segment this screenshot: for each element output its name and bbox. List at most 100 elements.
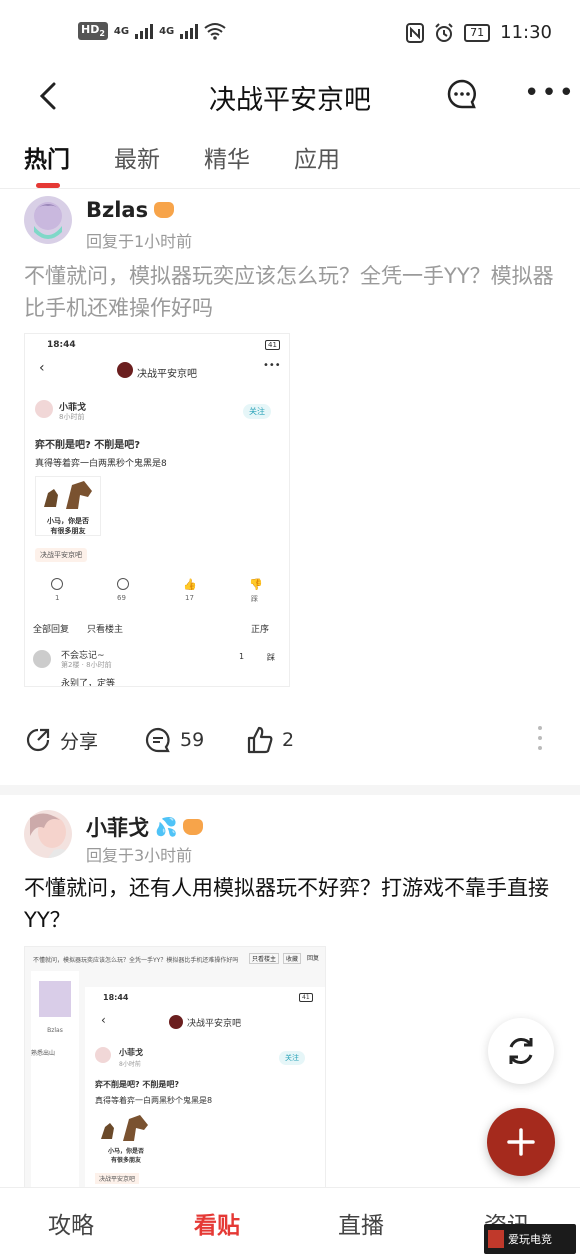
embedded-post-body: 真得等着弈一白两黑秒个鬼黑是8: [95, 1096, 213, 1105]
like-count: 2: [282, 729, 295, 751]
embedded-back-icon: ‹: [101, 1013, 106, 1027]
post-image[interactable]: 18:44 41 ‹ 决战平安京吧 ••• 小菲戈 8小时前 关注 弈不削是吧?…: [24, 333, 290, 687]
refresh-icon: [509, 1038, 533, 1064]
embedded-battery: 41: [299, 993, 313, 1002]
like-icon: [247, 726, 273, 754]
embedded-top-text: 不懂就问，模拟器玩奕应该怎么玩？全凭一手YY？模拟器比手机还难操作好吗: [33, 957, 239, 964]
level-badge-icon: [183, 819, 204, 835]
like-button[interactable]: 2: [246, 726, 294, 754]
level-badge-icon: [154, 202, 175, 218]
tab-hot[interactable]: 热门: [24, 140, 70, 188]
embedded-back-icon: ‹: [39, 360, 45, 376]
battery-icon: 71: [464, 23, 491, 42]
post-time: 回复于1小时前: [86, 232, 193, 251]
avatar[interactable]: [24, 196, 72, 244]
embedded-btn-op: 只看楼主: [249, 953, 280, 964]
alarm-icon: [435, 22, 453, 42]
embedded-avatar: [35, 400, 53, 418]
embedded-post-body: 真得等着弈一白两黑秒个鬼黑是8: [35, 459, 167, 469]
embedded-comment-icon: [117, 578, 129, 590]
embedded-meme-caption-2: 有很多朋友: [50, 527, 86, 535]
signal-icon-2: [180, 23, 199, 39]
embedded-post-time: 8小时前: [59, 413, 85, 421]
status-time: 11:30: [500, 22, 552, 43]
avatar[interactable]: [24, 810, 72, 858]
share-icon: [26, 728, 50, 752]
network-label-2: 4G: [159, 25, 175, 37]
embedded-btn-reply: 回复: [307, 955, 320, 962]
embedded-reply-text: 永别了，定等: [61, 679, 116, 687]
embedded-tab-op: 只看楼主: [87, 625, 124, 635]
watermark-text: 爱玩电竞: [508, 1233, 552, 1246]
tab-featured[interactable]: 精华: [204, 140, 250, 174]
embedded-time: 18:44: [103, 993, 129, 1002]
chat-icon[interactable]: [446, 78, 478, 110]
hd-indicator: HD2: [78, 22, 108, 40]
signal-icon: [135, 23, 154, 39]
embedded-title: 决战平安京吧: [187, 1019, 242, 1029]
embedded-side-badge: 熟悉出山: [31, 1050, 56, 1057]
embedded-title: 决战平安京吧: [137, 369, 197, 380]
refresh-button[interactable]: [488, 1018, 554, 1084]
embedded-post-title: 弈不削是吧? 不削是吧?: [35, 440, 141, 451]
status-bar-left: HD2 4G 4G: [78, 22, 226, 40]
share-label: 分享: [60, 730, 99, 753]
embedded-dislike-icon: 👎: [249, 578, 263, 591]
plus-icon: [507, 1128, 535, 1156]
post-time: 回复于3小时前: [86, 846, 193, 865]
category-tabs: 热门 最新 精华 应用: [24, 140, 340, 188]
status-bar: HD2 4G 4G 71 11:30: [0, 0, 580, 70]
tab-latest[interactable]: 最新: [114, 140, 160, 174]
embedded-battery: 41: [265, 340, 280, 350]
embedded-reply-like: 1: [239, 652, 245, 661]
nav-guides[interactable]: 攻略: [48, 1206, 94, 1240]
embedded-meme: 小马，你是否 有很多朋友: [95, 1113, 157, 1165]
page-title: 决战平安京吧: [209, 85, 371, 116]
embedded-tab-all: 全部回复: [33, 625, 70, 635]
embedded-side-user: Bzlas: [47, 1027, 63, 1034]
embedded-side-avatar: [39, 981, 71, 1017]
new-post-button[interactable]: [487, 1108, 555, 1176]
tabs-divider: [0, 188, 580, 189]
embedded-meme-caption-1: 小马，你是否: [107, 1148, 144, 1155]
embedded-sort: 正序: [251, 625, 270, 635]
water-drop-icon: 💦: [155, 816, 178, 838]
comment-button[interactable]: 59: [144, 726, 204, 754]
embedded-reply-meta: 第2楼 · 8小时前: [61, 661, 112, 669]
post-image[interactable]: 不懂就问，模拟器玩奕应该怎么玩？全凭一手YY？模拟器比手机还难操作好吗 只看楼主…: [24, 946, 326, 1188]
embedded-reply-avatar: [33, 650, 51, 668]
nfc-icon: [406, 22, 425, 43]
nav-live[interactable]: 直播: [338, 1206, 384, 1240]
embedded-sidebar: Bzlas 熟悉出山: [31, 971, 79, 1187]
embedded-forum-logo: [117, 362, 133, 378]
comment-count: 59: [180, 729, 205, 751]
watermark-logo: 爱玩电竞: [484, 1224, 576, 1254]
comment-icon: [145, 727, 170, 753]
nav-posts[interactable]: 看贴: [194, 1206, 240, 1240]
post-text[interactable]: 不懂就问，模拟器玩奕应该怎么玩？全凭一手YY？模拟器比手机还难操作好吗: [24, 260, 554, 324]
post-username[interactable]: Bzlas: [86, 198, 175, 222]
post-divider: [0, 785, 580, 795]
embedded-comment-count: 69: [117, 594, 126, 602]
embedded-follow-button: 关注: [243, 404, 271, 419]
share-button[interactable]: 分享: [24, 726, 98, 754]
post-username[interactable]: 小菲戈 💦: [86, 812, 204, 842]
embedded-avatar: [95, 1047, 111, 1063]
embedded-phone: 18:44 41 ‹ 决战平安京吧 小菲戈 8小时前 关注 弈不削是吧? 不削是…: [85, 987, 325, 1187]
more-icon[interactable]: •••: [524, 78, 576, 108]
post-menu-icon[interactable]: [538, 726, 542, 750]
watermark-icon: [488, 1230, 504, 1248]
embedded-meme-caption-1: 小马，你是否: [47, 517, 89, 525]
embedded-tag: 决战平安京吧: [35, 548, 87, 562]
embedded-share-count: 1: [55, 594, 60, 602]
embedded-post-title: 弈不削是吧? 不削是吧?: [95, 1080, 180, 1089]
embedded-username: 小菲戈: [119, 1048, 143, 1057]
embedded-reply-dislike: 踩: [267, 653, 275, 662]
post-text[interactable]: 不懂就问，还有人用模拟器玩不好弈？打游戏不靠手直接YY？: [24, 872, 554, 936]
top-bar: 决战平安京吧 •••: [0, 70, 580, 130]
embedded-share-icon: [51, 578, 63, 590]
embedded-time: 18:44: [47, 340, 76, 350]
tab-apps[interactable]: 应用: [294, 140, 340, 174]
bottom-nav: 攻略 看贴 直播 资讯 爱玩电竞: [0, 1187, 580, 1257]
embedded-meme: 小马，你是否 有很多朋友: [35, 476, 101, 536]
